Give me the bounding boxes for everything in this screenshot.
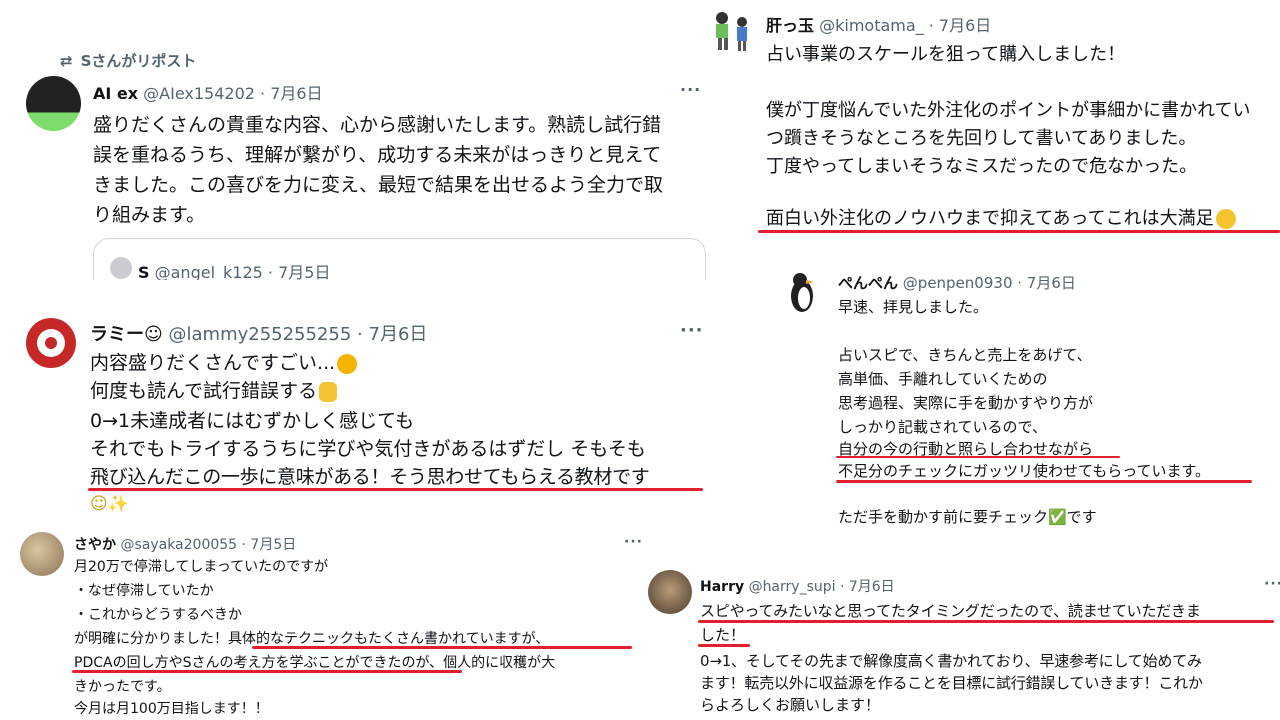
tweet-text-line: 占い事業のスケールを狙って購入しました！ (766, 44, 1126, 65)
tweet-text-line: きかったです。 (74, 679, 171, 695)
avatar[interactable] (784, 270, 824, 314)
people-illustration-icon (716, 12, 747, 51)
avatar[interactable] (20, 532, 64, 576)
handle-date[interactable]: @AIex154202 · 7月6日 (143, 84, 322, 103)
tweet-header: Harry @harry_supi · 7月6日 (700, 576, 895, 596)
red-underline (698, 644, 750, 647)
tweet-text-line: しっかり記載されているので、 (838, 418, 1047, 436)
tweet-text-line: 盛りだくさんの貴重な内容、心から感謝いたします。熟読し試行錯 (93, 114, 662, 136)
tweet-card-harry: Harry @harry_supi · 7月6日 ··· スピやってみたいなと思… (640, 560, 1280, 720)
fist-emoji-icon (319, 381, 338, 402)
tweet-text-line: 思考過程、実際に手を動かすやり方が (838, 394, 1094, 412)
tweet-text-line: り組みます。 (93, 204, 206, 226)
tweet-text-line: 0→1、そしてその先まで解像度高く書かれており、早速参考にして始めてみ (700, 652, 1202, 670)
tweet-text-line: きました。この喜びを力に変え、最短で結果を出せるよう全力で取 (93, 174, 664, 196)
tweet-card-lammy: ラミー☺ @lammy255255255 · 7月6日 ··· 内容盛りだくさん… (0, 312, 712, 520)
author-name[interactable]: AI ex (93, 84, 138, 103)
tweet-header: 肝っ玉 @kimotama_ · 7月6日 (766, 12, 991, 36)
author-name[interactable]: ぺんぺん (838, 274, 898, 292)
more-options-icon[interactable]: ··· (624, 534, 643, 550)
author-name[interactable]: さやか (74, 537, 116, 553)
tweet-text-line: ただ手を動かす前に要チェック✅です (838, 508, 1097, 526)
quoted-tweet[interactable]: S @angel_k125 · 7月5日 (93, 238, 706, 280)
handle-date[interactable]: @lammy255255255 · 7月6日 (169, 324, 428, 345)
tweet-text-line-highlighted: 飛び込んだこの一歩に意味がある！そう思わせてもらえる教材です (90, 466, 650, 488)
flushed-face-emoji-icon (337, 353, 358, 374)
tweet-text-line: 丁度やってしまいそうなミスだったので危なかった。 (766, 156, 1198, 177)
tweet-text-line-highlighted: 面白い外注化のノウハウまで抑えてあってこれは大満足 (766, 204, 1236, 230)
repost-icon: ⇄ (60, 52, 73, 70)
tweet-header: ラミー☺ @lammy255255255 · 7月6日 (90, 320, 427, 346)
handle-date[interactable]: @penpen0930 · 7月6日 (903, 274, 1076, 292)
tweet-text-line: ・なぜ停滞していたか (74, 583, 214, 599)
tweet-text-line: 高単価、手離れしていくための (838, 370, 1048, 388)
tweet-text-line: ☺✨ (90, 494, 129, 514)
tweet-text-line: 月20万で停滞してしまっていたのですが (74, 559, 329, 575)
tweet-text-line: それでもトライするうちに学びや気付きがあるはずだし そもそも (90, 438, 646, 460)
red-underline (252, 646, 632, 649)
author-name[interactable]: 肝っ玉 (766, 16, 814, 35)
handle-date[interactable]: @harry_supi · 7月6日 (749, 579, 895, 595)
tweet-text-line: 何度も読んで試行錯誤する (90, 376, 338, 403)
red-underline (836, 480, 1252, 483)
avatar[interactable] (706, 8, 754, 56)
handle-date[interactable]: @kimotama_ · 7月6日 (819, 16, 991, 35)
more-options-icon[interactable]: ··· (680, 80, 701, 99)
tweet-header: さやか @sayaka200055 · 7月5日 (74, 534, 296, 554)
tweet-text-line: 内容盛りだくさんですごい... (90, 348, 358, 375)
highlighted-text: 面白い外注化のノウハウまで抑えてあってこれは大満足 (766, 208, 1214, 229)
tweet-text-line: 早速、拝見しました。 (838, 298, 989, 316)
red-underline (72, 670, 462, 673)
tweet-text-line: 今月は月100万目指します！！ (74, 701, 269, 717)
tweet-text-line-highlighted: した！ (700, 626, 746, 644)
tweet-card-kimotama: 肝っ玉 @kimotama_ · 7月6日 占い事業のスケールを狙って購入しまし… (700, 0, 1280, 238)
tweet-text-line: ・これからどうするべきか (74, 607, 242, 623)
tweet-text-line: 僕が丁度悩んでいた外注化のポイントが事細かに書かれてい (766, 100, 1251, 121)
tweet-text-line: 0→1未達成者にはむずかしく感じても (90, 410, 415, 432)
author-name[interactable]: Harry (700, 579, 744, 595)
penguin-icon (791, 273, 814, 312)
tweet-text-line: ます！転売以外に収益源を作ることを目標に試行錯誤していきます！これか (700, 674, 1203, 692)
author-name[interactable]: ラミー☺ (90, 324, 163, 345)
quoted-avatar (110, 257, 132, 279)
red-underline (758, 230, 1280, 233)
tweet-card-sayaka: さやか @sayaka200055 · 7月5日 ··· 月20万で停滞してしま… (0, 528, 650, 720)
tweet-header: AI ex @AIex154202 · 7月6日 (93, 80, 323, 104)
tweet-header: ぺんぺん @penpen0930 · 7月6日 (838, 272, 1076, 293)
tweet-text-line: らよろしくお願いします！ (700, 696, 881, 714)
handle-date[interactable]: @sayaka200055 · 7月5日 (120, 537, 296, 553)
tweet-text-line: つ躓きそうなところを先回りして書いてありました。 (766, 128, 1197, 149)
tweet-text-line: 誤を重ねるうち、理解が繋がり、成功する未来がはっきりと見えて (93, 144, 662, 166)
tweet-card-aiex: ⇄ Sさんがリポスト AI ex @AIex154202 · 7月6日 ··· 盛… (0, 38, 712, 280)
more-options-icon[interactable]: ··· (680, 320, 704, 341)
repost-label: Sさんがリポスト (80, 52, 197, 70)
tweet-text-line: 占いスピで、きちんと売上をあげて、 (838, 346, 1092, 364)
repost-indicator: ⇄ Sさんがリポスト (60, 50, 196, 71)
red-underline (698, 620, 1274, 623)
tweet-text-line-highlighted: スピやってみたいなと思ってたタイミングだったので、読ませていただきま (700, 602, 1201, 620)
tweet-text-line-highlighted: が明確に分かりました！具体的なテクニックもたくさん書かれていますが、 (74, 631, 550, 647)
tweet-text-line-highlighted: 不足分のチェックにガッツリ使わせてもらっています。 (838, 462, 1211, 480)
avatar[interactable] (648, 570, 692, 614)
quoted-author-name: S (138, 263, 150, 280)
quoted-header: S @angel_k125 · 7月5日 (138, 259, 330, 280)
red-underline (836, 456, 1120, 458)
avatar[interactable] (26, 76, 81, 131)
person-emoji-icon (1215, 209, 1236, 229)
tweet-text-line-highlighted: PDCAの回し方やSさんの考え方を学ぶことができたのが、個人的に収穫が大 (74, 655, 556, 671)
quoted-handle-date: @angel_k125 · 7月5日 (154, 263, 331, 280)
red-underline (88, 488, 703, 491)
tweet-card-penpen: ぺんぺん @penpen0930 · 7月6日 早速、拝見しました。 占いスピで… (770, 262, 1280, 532)
avatar[interactable] (26, 318, 76, 368)
more-options-icon[interactable]: ··· (1264, 576, 1280, 592)
